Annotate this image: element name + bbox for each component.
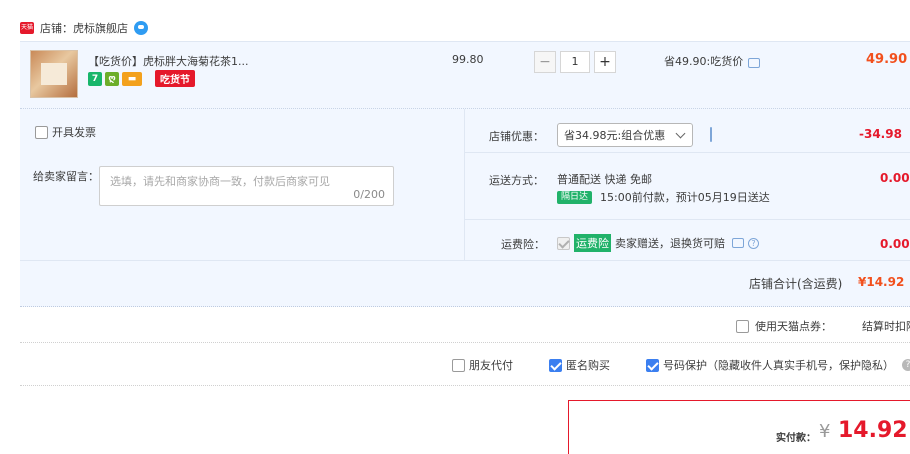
anonymous-label: 匿名购买 <box>566 359 610 372</box>
comment-icon[interactable] <box>748 58 761 68</box>
insurance-row: 运费险 卖家赠送，退换货可赔 ? <box>557 234 759 252</box>
insurance-checkbox <box>557 236 570 250</box>
points-label: 使用天猫点券： <box>755 320 832 333</box>
quantity-plus-button[interactable]: + <box>594 51 616 73</box>
points-row: 使用天猫点券： 结算时扣除 <box>736 318 910 334</box>
shop-header: 天猫 店铺： 虎标旗舰店 <box>20 18 148 38</box>
divider <box>465 152 910 153</box>
message-label: 给卖家留言： <box>33 170 99 183</box>
points-checkbox[interactable] <box>736 319 749 333</box>
insurance-desc: 卖家赠送，退换货可赔 <box>615 237 725 250</box>
number-protect-checkbox[interactable] <box>646 358 659 372</box>
shop-label: 店铺： <box>40 22 73 35</box>
product-title-link[interactable]: 【吃货价】虎标胖大海菊花茶1... <box>88 53 249 69</box>
friend-pay-checkbox[interactable] <box>452 358 465 372</box>
checkout-options: 朋友代付 匿名购买 号码保护（隐藏收件人真实手机号，保护隐私） ? <box>452 357 910 373</box>
insurance-label: 运费险： <box>501 238 545 251</box>
chevron-down-icon <box>675 128 686 139</box>
service-icons: 7 ღ ▬ 吃货节 <box>88 70 195 87</box>
item-subtotal: 49.90 <box>866 52 908 67</box>
help-icon[interactable]: ? <box>748 237 759 249</box>
saving-text: 省49.90:吃货价 <box>664 55 744 68</box>
unit-price: 99.80 <box>452 53 484 66</box>
quantity-stepper: − 1 + <box>534 51 616 75</box>
insurance-tag: 运费险 <box>574 234 611 252</box>
payment-label: 实付款： <box>776 433 816 444</box>
question-icon[interactable]: ? <box>902 359 910 371</box>
friend-pay-label: 朋友代付 <box>469 359 513 372</box>
divider <box>464 109 465 260</box>
anonymous-checkbox[interactable] <box>549 358 562 372</box>
divider <box>20 385 910 386</box>
discount-selected: 省34.98元:组合优惠 <box>564 129 666 142</box>
points-settle-text: 结算时扣除 <box>862 320 910 333</box>
divider <box>465 219 910 220</box>
insurance-value: 0.00 <box>880 237 910 251</box>
shop-total-label: 店铺合计(含运费) <box>749 277 843 291</box>
shipping-eta: 15:00前付款，预计05月19日送达 <box>600 191 770 204</box>
chat-icon[interactable] <box>134 21 148 35</box>
product-box-graphic <box>41 63 67 85</box>
payment-summary: 实付款： ¥ 14.92 <box>568 400 910 454</box>
anonymous-option[interactable]: 匿名购买 <box>549 357 610 373</box>
shipping-method: 普通配送 快递 免邮 <box>557 173 652 186</box>
quantity-input[interactable]: 1 <box>560 51 590 73</box>
guarantee-icon[interactable]: ღ <box>105 71 119 86</box>
divider <box>20 342 910 343</box>
tmall-badge-icon: 天猫 <box>20 22 34 34</box>
shop-name-link[interactable]: 虎标旗舰店 <box>73 20 128 36</box>
shipping-label: 运送方式： <box>489 174 544 187</box>
divider <box>20 260 910 261</box>
item-row: 【吃货价】虎标胖大海菊花茶1... 7 ღ ▬ 吃货节 99.80 − 1 + … <box>20 41 910 109</box>
number-protect-option[interactable]: 号码保护（隐藏收件人真实手机号，保护隐私） <box>646 357 894 373</box>
invoice-checkbox[interactable] <box>35 125 48 139</box>
comment-icon[interactable] <box>732 238 744 248</box>
product-thumbnail[interactable] <box>30 50 78 98</box>
seller-message-input[interactable]: 选填，请先和商家协商一致，付款后商家可见 0/200 <box>99 166 394 206</box>
saving-info: 省49.90:吃货价 <box>664 53 761 69</box>
next-day-tag: 隔日达 <box>557 190 593 204</box>
comment-icon[interactable] <box>710 127 712 142</box>
discount-value: -34.98 <box>859 127 902 141</box>
order-options-panel: 开具发票 给卖家留言： 选填，请先和商家协商一致，付款后商家可见 0/200 店… <box>20 109 910 307</box>
message-placeholder: 选填，请先和商家协商一致，付款后商家可见 <box>110 175 330 188</box>
message-char-count: 0/200 <box>353 188 385 201</box>
payment-amount: 14.92 <box>838 418 908 443</box>
festival-tag: 吃货节 <box>155 70 195 87</box>
credit-card-icon[interactable]: ▬ <box>122 71 142 86</box>
discount-label: 店铺优惠： <box>489 130 544 143</box>
currency-symbol: ¥ <box>819 421 831 442</box>
seven-day-return-icon[interactable]: 7 <box>88 71 102 86</box>
discount-select[interactable]: 省34.98元:组合优惠 <box>557 123 693 147</box>
invoice-label: 开具发票 <box>52 126 96 139</box>
friend-pay-option[interactable]: 朋友代付 <box>452 357 513 373</box>
number-protect-label: 号码保护（隐藏收件人真实手机号，保护隐私） <box>663 359 894 372</box>
invoice-option[interactable]: 开具发票 <box>35 124 96 140</box>
quantity-minus-button[interactable]: − <box>534 51 556 73</box>
shipping-eta-row: 隔日达 15:00前付款，预计05月19日送达 <box>557 189 770 205</box>
shop-total-value: ¥14.92 <box>858 275 905 289</box>
shipping-value: 0.00 <box>880 171 910 185</box>
